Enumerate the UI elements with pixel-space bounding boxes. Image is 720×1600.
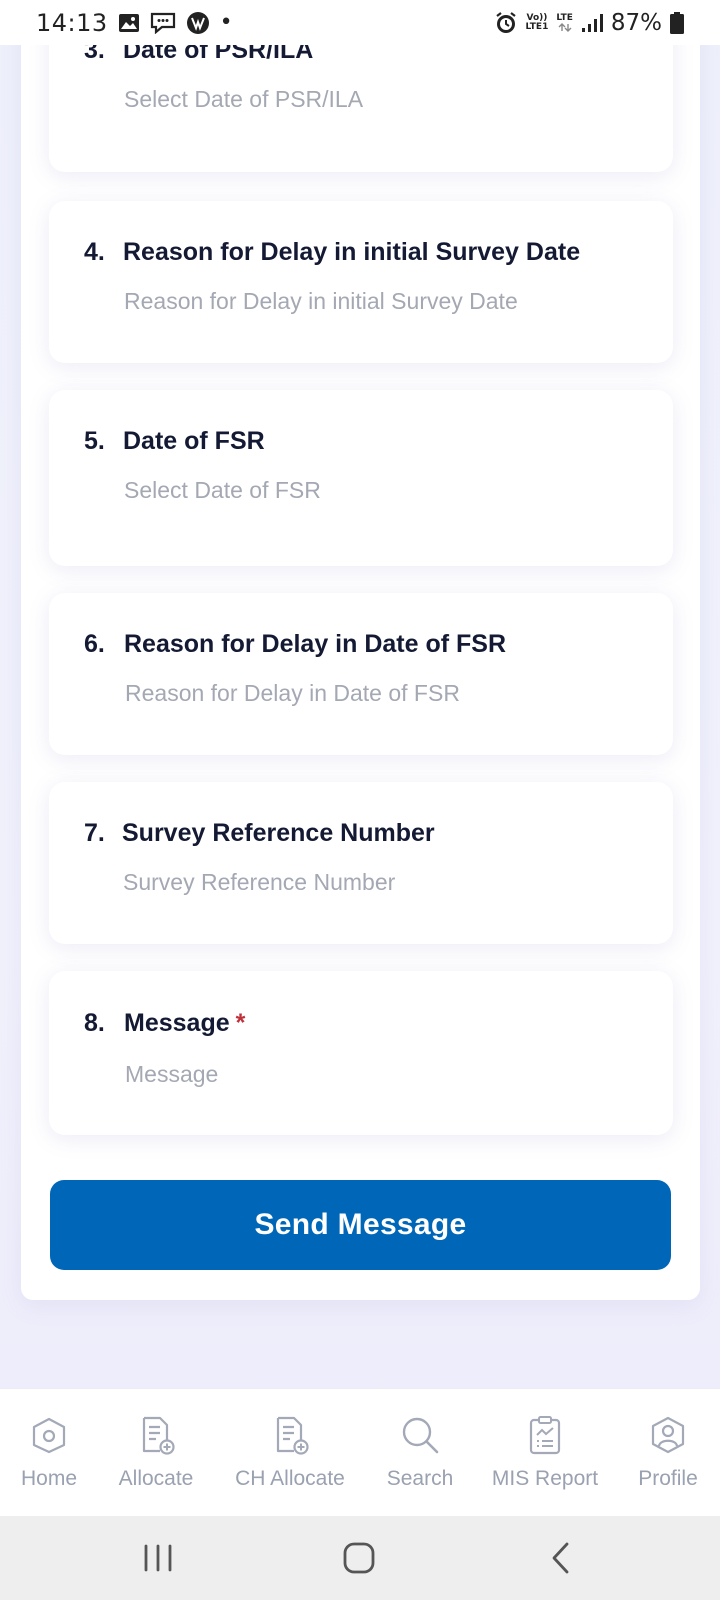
lte-label: LTE [556, 12, 573, 23]
field-number: 7. [84, 819, 105, 847]
nav-item-search[interactable]: Search [378, 1389, 462, 1517]
signal-icon [581, 13, 603, 33]
volte-bottom: LTE1 [525, 21, 549, 32]
volte-indicator: Vo)) LTE1 [525, 13, 549, 32]
survey-reference-number-input[interactable] [123, 865, 603, 899]
field-message: 8. Message * [49, 971, 673, 1135]
allocate-icon [142, 1416, 175, 1455]
status-left: 14:13 • [36, 9, 233, 37]
field-date-fsr: 5. Date of FSR [49, 390, 673, 566]
battery-icon [670, 11, 684, 34]
field-number: 6. [84, 630, 105, 658]
nav-label: MIS Report [491, 1467, 599, 1490]
lte-indicator: LTE [556, 12, 573, 32]
field-number: 8. [84, 1009, 105, 1037]
send-message-button[interactable]: Send Message [50, 1180, 671, 1270]
nav-label: Allocate [118, 1467, 194, 1490]
nav-label: Home [20, 1467, 78, 1490]
home-icon [32, 1417, 66, 1454]
status-right: Vo)) LTE1 LTE 87% [494, 10, 684, 36]
field-survey-reference-number: 7. Survey Reference Number [49, 782, 673, 944]
recents-icon[interactable] [138, 1538, 178, 1578]
nav-item-allocate[interactable]: Allocate [110, 1389, 202, 1517]
field-reason-delay-initial-survey: 4. Reason for Delay in initial Survey Da… [49, 201, 673, 363]
search-icon [402, 1417, 439, 1454]
field-label-text: Message [124, 1009, 230, 1037]
reason-delay-initial-survey-input[interactable] [124, 284, 604, 318]
nav-label: Search [386, 1467, 454, 1490]
ch-allocate-icon [276, 1416, 309, 1455]
field-label: Survey Reference Number [122, 819, 435, 847]
nav-item-profile[interactable]: Profile [628, 1389, 708, 1517]
field-label: Message * [124, 1009, 245, 1038]
nav-label: Profile [638, 1467, 698, 1490]
battery-percent: 87% [610, 9, 662, 36]
nav-label: CH Allocate [235, 1467, 345, 1490]
date-psr-ila-input[interactable] [124, 82, 604, 116]
field-label: Date of FSR [123, 427, 265, 455]
image-icon [118, 13, 140, 33]
date-fsr-input[interactable] [124, 473, 604, 507]
vpn-icon [186, 11, 210, 35]
nav-item-ch-allocate[interactable]: CH Allocate [228, 1389, 352, 1517]
field-label: Reason for Delay in Date of FSR [124, 630, 507, 658]
field-reason-delay-fsr: 6. Reason for Delay in Date of FSR [49, 593, 673, 755]
required-asterisk: * [235, 1009, 246, 1037]
notification-dot: • [219, 10, 233, 35]
field-label: Reason for Delay in initial Survey Date [123, 238, 581, 266]
field-number: 5. [84, 427, 105, 455]
nav-item-mis-report[interactable]: MIS Report [488, 1389, 602, 1517]
bottom-nav: Home Allocate CH Allocate Search MIS Rep… [0, 1388, 720, 1516]
chat-icon [150, 12, 176, 34]
status-time: 14:13 [36, 8, 108, 37]
status-bar: 14:13 • Vo)) LTE1 LTE 87% [0, 0, 720, 45]
message-input[interactable] [125, 1057, 605, 1091]
system-navigation-bar [0, 1516, 720, 1600]
back-icon[interactable] [541, 1538, 581, 1578]
alarm-icon [494, 11, 518, 35]
profile-icon [651, 1416, 685, 1454]
field-number: 4. [84, 238, 105, 266]
report-icon [529, 1416, 561, 1455]
reason-delay-fsr-input[interactable] [125, 676, 605, 710]
home-button-icon[interactable] [339, 1538, 379, 1578]
nav-item-home[interactable]: Home [14, 1389, 84, 1517]
